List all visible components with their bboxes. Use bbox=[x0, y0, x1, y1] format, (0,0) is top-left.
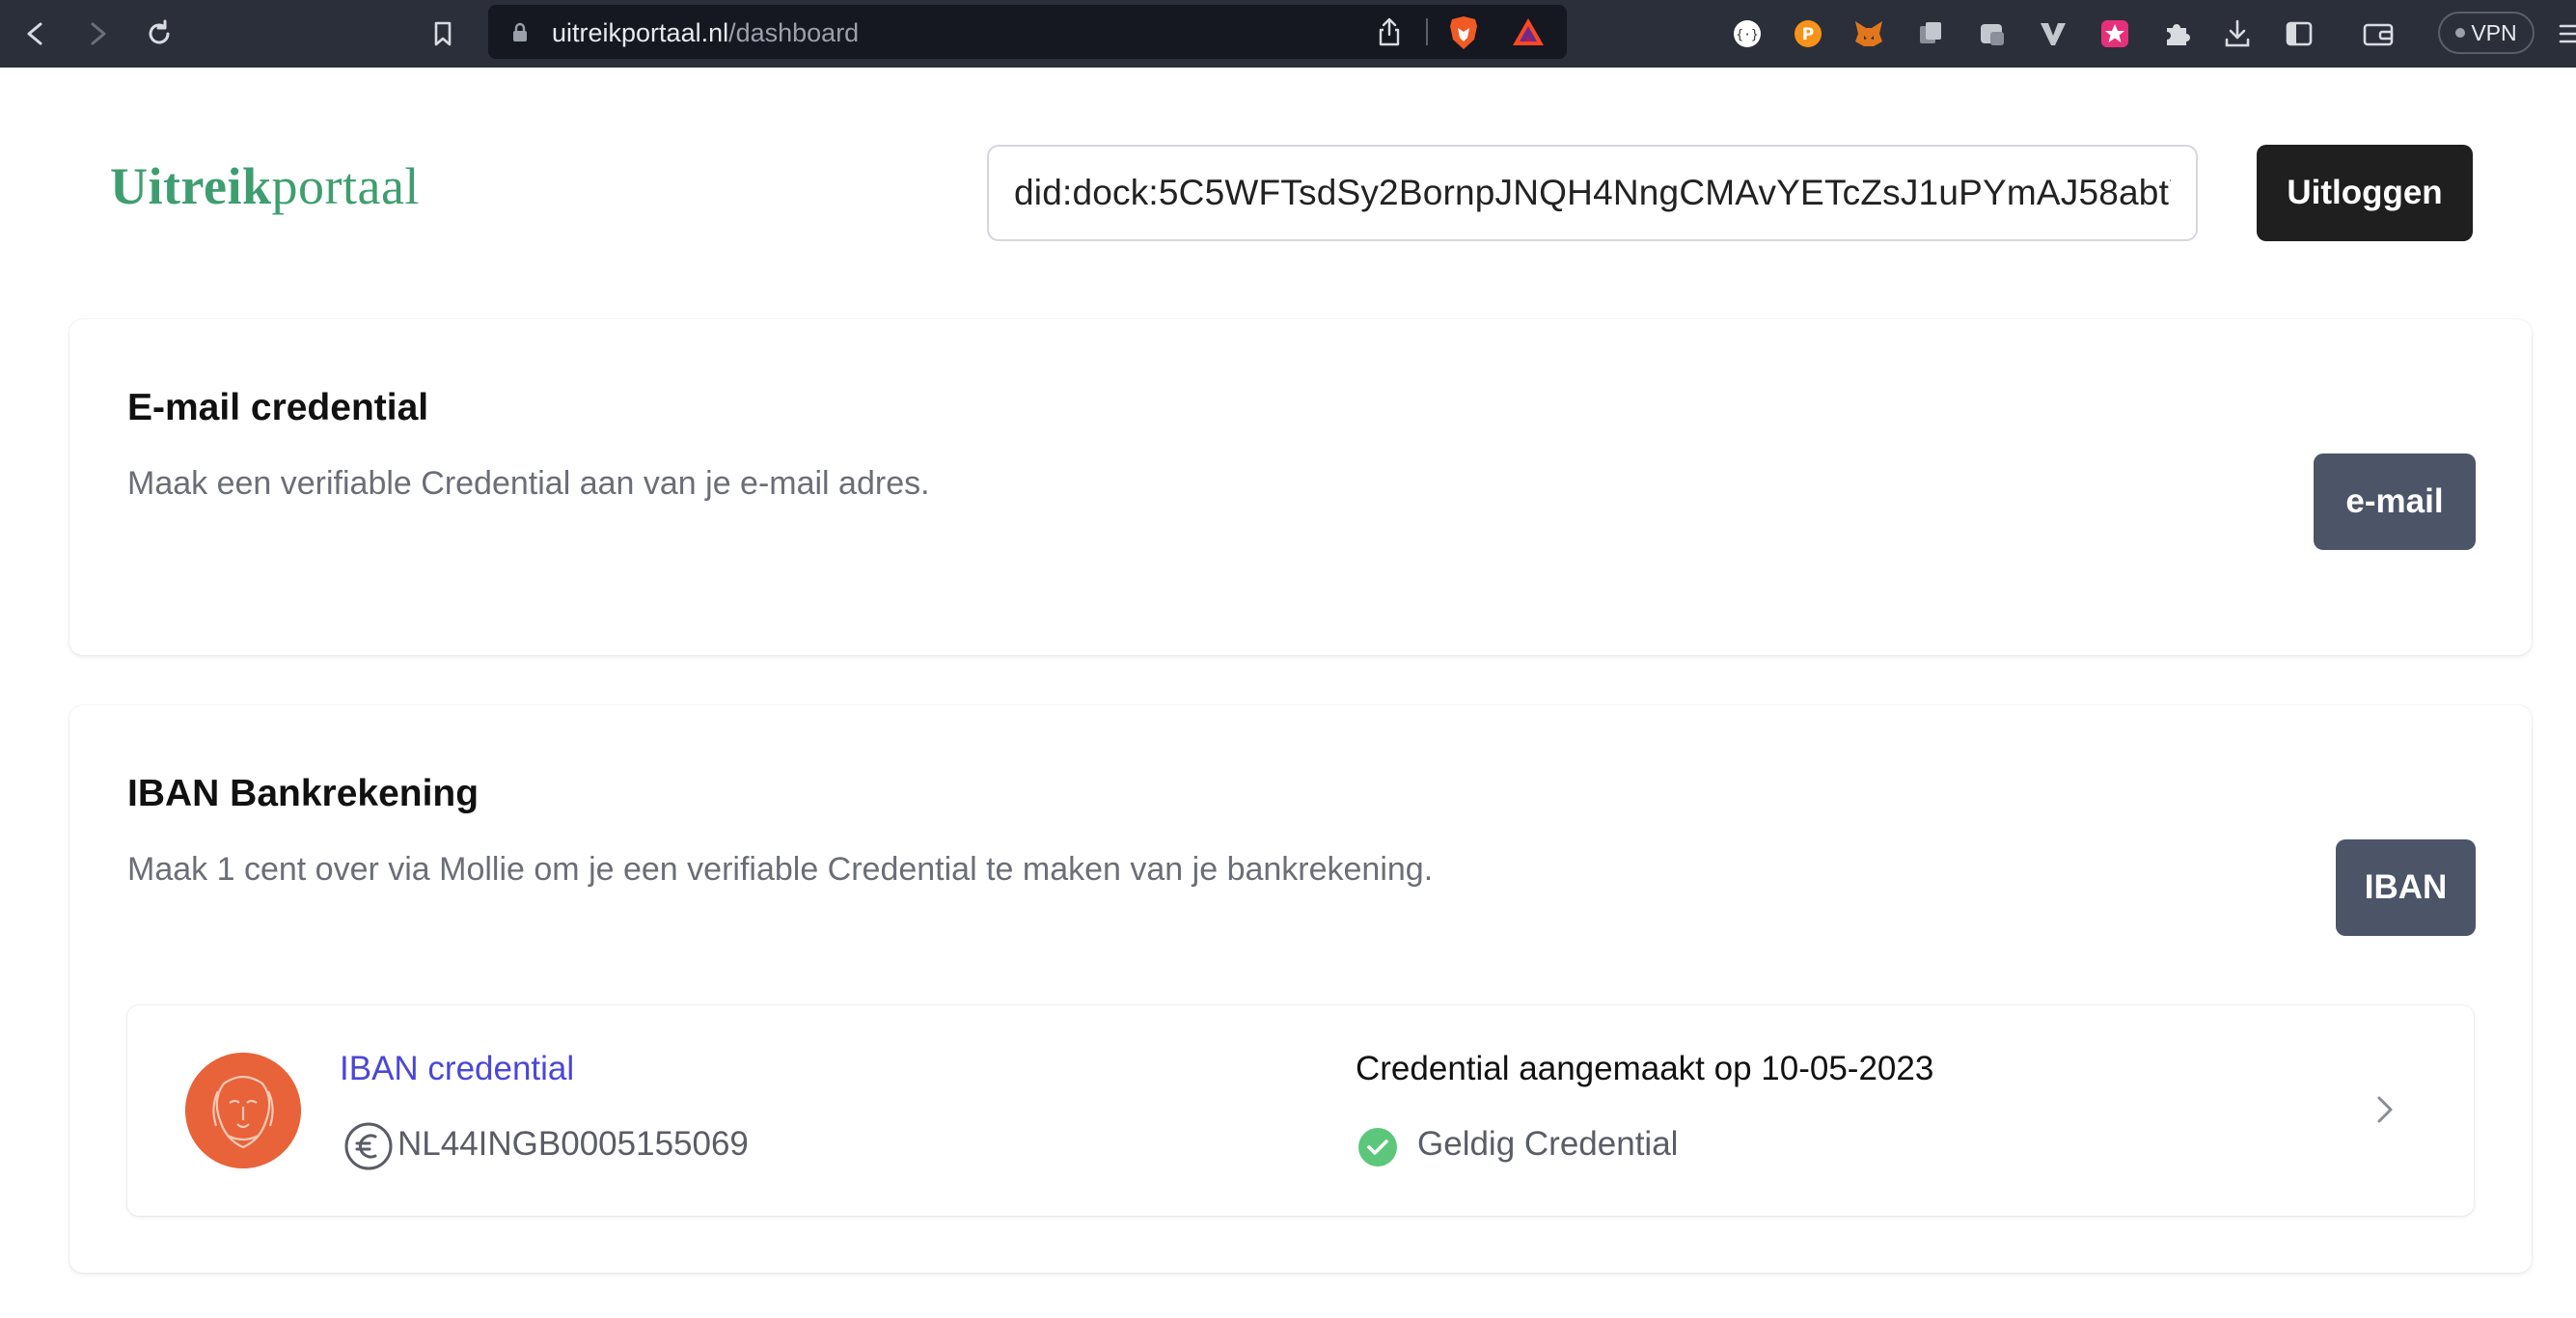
vpn-button[interactable]: VPN bbox=[2438, 12, 2535, 54]
back-icon[interactable] bbox=[14, 12, 58, 56]
email-card-description: Maak een verifiable Credential aan van j… bbox=[127, 465, 930, 502]
extensions-puzzle-icon[interactable] bbox=[2155, 13, 2198, 55]
extension-keplr-icon[interactable] bbox=[1971, 13, 2014, 55]
share-icon[interactable] bbox=[1376, 16, 1403, 52]
sidebar-toggle-icon[interactable] bbox=[2278, 13, 2320, 55]
logout-button[interactable]: Uitloggen bbox=[2257, 145, 2473, 241]
extension-wallet-icon[interactable] bbox=[1909, 13, 1952, 55]
address-divider bbox=[1426, 18, 1428, 45]
metamask-fox-icon[interactable] bbox=[1848, 13, 1890, 55]
lock-icon bbox=[511, 22, 529, 48]
iban-button[interactable]: IBAN bbox=[2336, 839, 2476, 936]
iban-card-title: IBAN Bankrekening bbox=[127, 773, 480, 814]
forward-icon[interactable] bbox=[75, 12, 120, 56]
url-text: uitreikportaal.nl/dashboard bbox=[552, 18, 860, 47]
credential-title-link[interactable]: IBAN credential bbox=[340, 1050, 574, 1088]
svg-text:P: P bbox=[1802, 25, 1814, 44]
iban-card: IBAN Bankrekening Maak 1 cent over via M… bbox=[69, 705, 2532, 1273]
credential-created-date: Credential aangemaakt op 10-05-2023 bbox=[1356, 1050, 1934, 1087]
credential-status: Geldig Credential bbox=[1417, 1125, 1679, 1163]
chevron-right-icon[interactable] bbox=[2373, 1092, 2397, 1132]
brave-rewards-icon[interactable] bbox=[1511, 16, 1546, 52]
svg-text:{·}: {·} bbox=[1736, 28, 1758, 42]
vpn-label: VPN bbox=[2471, 19, 2517, 45]
email-button[interactable]: e-mail bbox=[2314, 453, 2476, 550]
reload-icon[interactable] bbox=[137, 12, 181, 56]
download-icon[interactable] bbox=[2216, 13, 2259, 55]
email-credential-card: E-mail credential Maak een verifiable Cr… bbox=[69, 319, 2532, 655]
email-card-title: E-mail credential bbox=[127, 387, 429, 428]
bookmark-icon[interactable] bbox=[421, 12, 465, 56]
vpn-status-dot bbox=[2455, 28, 2466, 38]
check-circle-icon bbox=[1357, 1127, 1398, 1172]
wallet-icon[interactable] bbox=[2357, 13, 2399, 55]
bank-lion-logo bbox=[185, 1053, 301, 1168]
extension-star-icon[interactable] bbox=[2094, 13, 2136, 55]
browser-toolbar: uitreikportaal.nl/dashboard {·} P VPN bbox=[0, 0, 2576, 68]
brave-shields-icon[interactable] bbox=[1447, 14, 1480, 56]
browser-menu-icon[interactable] bbox=[2547, 13, 2576, 55]
iban-credential-item[interactable]: IBAN credential NL44INGB0005155069 Crede… bbox=[127, 1005, 2474, 1216]
did-field[interactable] bbox=[987, 145, 2198, 241]
euro-icon bbox=[343, 1121, 394, 1176]
iban-number: NL44INGB0005155069 bbox=[397, 1125, 749, 1163]
extension-code-icon[interactable]: {·} bbox=[1726, 13, 1768, 55]
iban-card-description: Maak 1 cent over via Mollie om je een ve… bbox=[127, 851, 1434, 888]
address-bar[interactable]: uitreikportaal.nl/dashboard bbox=[488, 5, 1567, 59]
site-logo[interactable]: Uitreikportaal bbox=[110, 156, 420, 216]
extension-v-icon[interactable] bbox=[2032, 13, 2074, 55]
extension-p-icon[interactable]: P bbox=[1787, 13, 1829, 55]
